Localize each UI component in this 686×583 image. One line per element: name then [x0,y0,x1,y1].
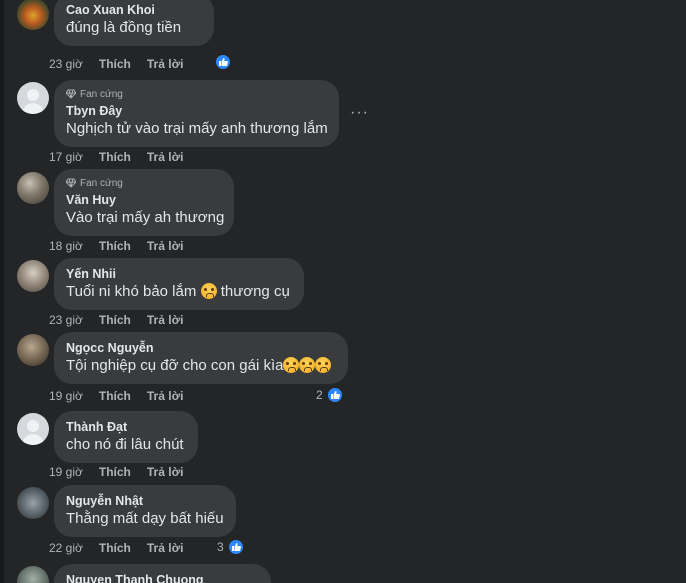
like-button[interactable]: Thích [99,389,131,403]
comment-actions: 17 giờ Thích Trả lời [49,150,199,164]
comment-bubble: Yến Nhii Tuổi ni khó bảo lắm thương cụ [54,258,304,310]
comment-author[interactable]: Nguyen Thanh Chuong [66,572,259,583]
avatar[interactable] [17,413,49,445]
badge-label: Fan cứng [80,88,123,100]
avatar[interactable] [17,334,49,366]
comment-text: Vào trại mấy ah thương [66,209,225,226]
comment-text: Thằng mất dạy bất hiếu [66,510,224,527]
crying-face-icon [315,357,332,373]
comment-actions: 22 giờ Thích Trả lời [49,541,199,555]
comment-bubble: Nguyen Thanh Chuong [54,564,271,583]
page-left-edge [0,0,4,583]
more-options-icon[interactable]: ··· [350,104,369,122]
fan-badge: Fan cứng [66,88,327,100]
comment-time[interactable]: 18 giờ [49,239,83,253]
comment-actions: 23 giờ Thích Trả lời [49,57,199,71]
crying-face-icon [299,357,316,373]
avatar[interactable] [17,0,49,30]
comment-author[interactable]: Ngọcc Nguyễn [66,340,336,356]
diamond-icon [66,89,76,99]
comment-bubble: Fan cứng Tbyn Đây Nghịch tử vào trại mấy… [54,80,339,147]
like-thumb-icon [214,53,232,71]
reaction-number: 3 [217,540,224,554]
like-button[interactable]: Thích [99,313,131,327]
comment-actions: 19 giờ Thích Trả lời [49,389,199,403]
like-button[interactable]: Thích [99,150,131,164]
comment-actions: 18 giờ Thích Trả lời [49,239,199,253]
badge-label: Fan cứng [80,177,123,189]
comment-text: Nghịch tử vào trại mấy anh thương lắm [66,120,328,137]
like-button[interactable]: Thích [99,541,131,555]
reaction-count[interactable] [214,53,232,71]
comment-time[interactable]: 23 giờ [49,57,83,71]
reply-button[interactable]: Trả lời [147,150,184,164]
comment-text: đúng là đồng tiền [66,19,182,36]
reply-button[interactable]: Trả lời [147,313,184,327]
crying-face-icon [283,357,300,373]
comment-bubble: Cao Xuan Khoi đúng là đồng tiền [54,0,214,46]
comment-bubble: Thành Đạt cho nó đi lâu chút [54,411,198,463]
comment-text-part: Tuổi ni khó bảo lắm [66,283,197,300]
comment-author[interactable]: Yến Nhii [66,266,292,282]
comment-bubble: Fan cứng Văn Huy Vào trại mấy ah thương [54,169,234,236]
comment-time[interactable]: 22 giờ [49,541,83,555]
reply-button[interactable]: Trả lời [147,57,184,71]
comment-time[interactable]: 19 giờ [49,389,83,403]
avatar[interactable] [17,172,49,204]
avatar[interactable] [17,82,49,114]
reaction-count[interactable]: 3 [217,538,245,556]
avatar[interactable] [17,487,49,519]
avatar[interactable] [17,260,49,292]
comment-bubble: Nguyễn Nhật Thằng mất dạy bất hiếu [54,485,236,537]
diamond-icon [66,178,76,188]
reply-button[interactable]: Trả lời [147,389,184,403]
comment-text: cho nó đi lâu chút [66,436,184,453]
avatar[interactable] [17,566,49,583]
comment-author[interactable]: Tbyn Đây [66,103,327,119]
crying-face-icon [200,283,217,299]
reaction-number: 2 [316,388,323,402]
fan-badge: Fan cứng [66,177,222,189]
reply-button[interactable]: Trả lời [147,239,184,253]
reply-button[interactable]: Trả lời [147,465,184,479]
comment-time[interactable]: 19 giờ [49,465,83,479]
reply-button[interactable]: Trả lời [147,541,184,555]
comment-bubble: Ngọcc Nguyễn Tội nghiệp cụ đỡ cho con gá… [54,332,348,384]
reaction-count[interactable]: 2 [316,386,344,404]
like-thumb-icon [325,386,344,404]
comment-author[interactable]: Thành Đạt [66,419,186,435]
like-button[interactable]: Thích [99,239,131,253]
comment-author[interactable]: Văn Huy [66,192,222,208]
comment-text: Tội nghiệp cụ đỡ cho con gái kìa [66,356,336,376]
comment-text-part: Tội nghiệp cụ đỡ cho con gái kìa [66,357,284,374]
comment-time[interactable]: 23 giờ [49,313,83,327]
like-thumb-icon [226,538,245,556]
comment-text-part: thương cụ [220,283,290,300]
comment-text: Tuổi ni khó bảo lắm thương cụ [66,282,292,302]
comment-author[interactable]: Nguyễn Nhật [66,493,224,509]
like-button[interactable]: Thích [99,57,131,71]
comment-actions: 23 giờ Thích Trả lời [49,313,199,327]
comment-author[interactable]: Cao Xuan Khoi [66,2,202,18]
like-button[interactable]: Thích [99,465,131,479]
comment-time[interactable]: 17 giờ [49,150,83,164]
comment-actions: 19 giờ Thích Trả lời [49,465,199,479]
